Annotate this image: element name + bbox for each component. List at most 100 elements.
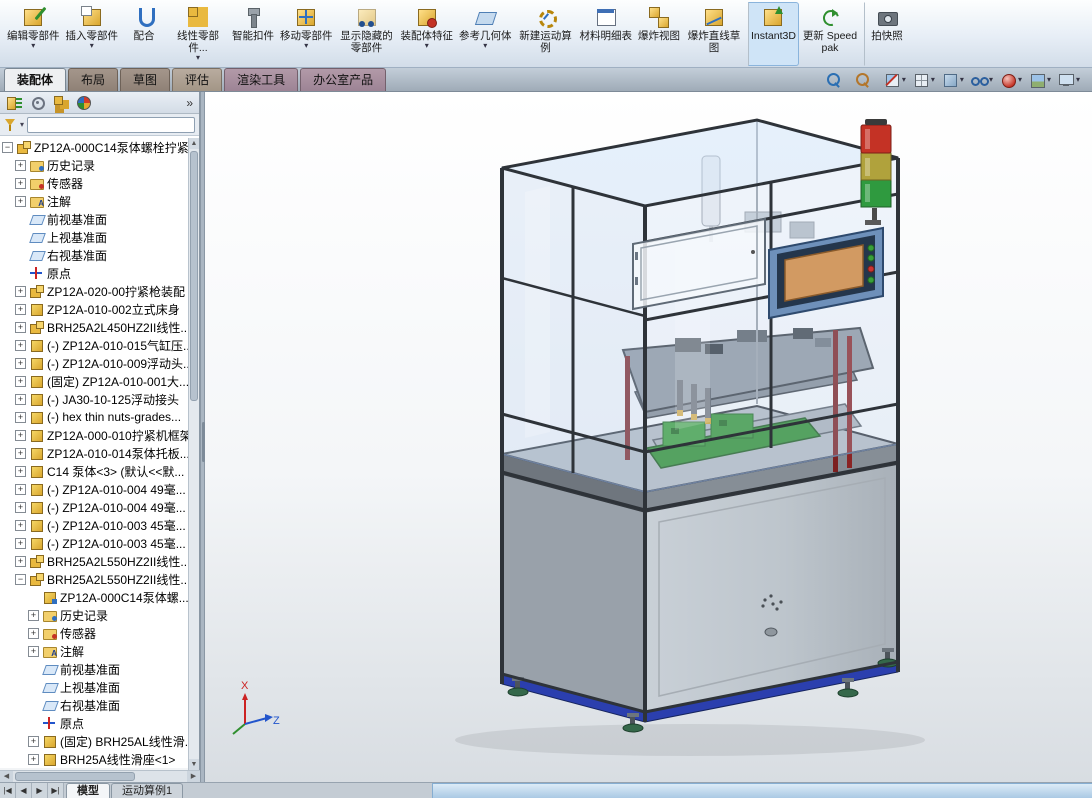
view-tool-button[interactable]: ▾ bbox=[825, 71, 848, 89]
toolbar-button[interactable]: 爆炸直线草图 ▾ bbox=[683, 2, 745, 66]
red-button[interactable] bbox=[868, 266, 874, 272]
expand-toggle[interactable]: + bbox=[28, 646, 39, 657]
study-nav-button[interactable]: ◀ bbox=[16, 783, 32, 798]
tree-item[interactable]: + 注解 bbox=[0, 192, 199, 210]
toolbar-button[interactable]: 爆炸视图 ▾ bbox=[635, 2, 683, 66]
scrollbar-thumb[interactable] bbox=[15, 772, 135, 781]
tree-item[interactable]: + ZP12A-010-014泵体托板... bbox=[0, 444, 199, 462]
tree-item[interactable]: + BRH25A2L450HZ2II线性... bbox=[0, 318, 199, 336]
toolbar-button[interactable]: 材料明细表 ▾ bbox=[577, 2, 636, 66]
feature-manager-icon[interactable] bbox=[6, 94, 23, 111]
expand-toggle[interactable]: + bbox=[28, 754, 39, 765]
expand-toggle[interactable]: + bbox=[15, 358, 26, 369]
dropdown-arrow-icon[interactable]: ▾ bbox=[960, 76, 964, 84]
tree-horizontal-scrollbar[interactable]: ◀ ▶ bbox=[0, 770, 200, 782]
tree-item[interactable]: + (-) ZP12A-010-004 49毫... bbox=[0, 480, 199, 498]
tree-item[interactable]: 右视基准面 bbox=[0, 246, 199, 264]
tree-item[interactable]: + (固定) BRH25AL线性滑... bbox=[0, 732, 199, 750]
expand-toggle[interactable]: − bbox=[2, 142, 13, 153]
dropdown-arrow-icon[interactable]: ▾ bbox=[1076, 76, 1080, 84]
expand-toggle[interactable]: + bbox=[15, 538, 26, 549]
expand-toggle[interactable]: + bbox=[28, 628, 39, 639]
ribbon-tab[interactable]: 布局 bbox=[68, 68, 118, 91]
tree-item[interactable]: + (-) ZP12A-010-004 49毫... bbox=[0, 498, 199, 516]
toolbar-button[interactable]: 更新 Speedpak ▾ bbox=[799, 2, 861, 66]
dropdown-arrow-icon[interactable]: ▾ bbox=[425, 42, 429, 50]
study-tab[interactable]: 模型 bbox=[66, 783, 110, 798]
view-tool-button[interactable]: ▾ bbox=[999, 71, 1022, 89]
tree-item[interactable]: + BRH25A线性滑座<1> bbox=[0, 750, 199, 768]
expand-toggle[interactable]: + bbox=[15, 340, 26, 351]
expand-toggle[interactable] bbox=[15, 250, 26, 261]
filter-dropdown-arrow-icon[interactable]: ▾ bbox=[20, 120, 24, 129]
scroll-down-icon[interactable]: ▼ bbox=[189, 759, 199, 770]
ribbon-tab[interactable]: 渲染工具 bbox=[224, 68, 298, 91]
tree-item[interactable]: + BRH25A2L550HZ2II线性... bbox=[0, 552, 199, 570]
tree-item[interactable]: + (-) ZP12A-010-009浮动头... bbox=[0, 354, 199, 372]
toolbar-button[interactable]: 插入零部件 ▾ bbox=[63, 2, 122, 66]
view-tool-button[interactable]: ▾ bbox=[941, 71, 964, 89]
tree-item[interactable]: + (-) JA30-10-125浮动接头 bbox=[0, 390, 199, 408]
tree-item[interactable]: + (-) ZP12A-010-003 45毫... bbox=[0, 516, 199, 534]
dropdown-arrow-icon[interactable]: ▾ bbox=[483, 42, 487, 50]
expand-toggle[interactable]: + bbox=[15, 196, 26, 207]
toolbar-button[interactable]: 线性零部件... ▾ bbox=[167, 2, 229, 66]
expand-toggle[interactable]: + bbox=[15, 178, 26, 189]
tree-item[interactable]: + (-) ZP12A-010-003 45毫... bbox=[0, 534, 199, 552]
study-tab[interactable]: 运动算例1 bbox=[111, 783, 183, 798]
toolbar-button[interactable]: 配合 ▾ bbox=[121, 2, 167, 66]
machine-model[interactable]: X Z bbox=[205, 92, 1092, 782]
configuration-manager-icon[interactable] bbox=[52, 94, 69, 111]
green-button[interactable] bbox=[868, 255, 874, 261]
expand-toggle[interactable] bbox=[15, 214, 26, 225]
green-button[interactable] bbox=[868, 245, 874, 251]
expand-toggle[interactable]: + bbox=[28, 610, 39, 621]
tree-item[interactable]: + (-) ZP12A-010-015气缸压... bbox=[0, 336, 199, 354]
tree-item[interactable]: 原点 bbox=[0, 714, 199, 732]
dropdown-arrow-icon[interactable]: ▾ bbox=[90, 42, 94, 50]
expand-toggle[interactable] bbox=[28, 718, 39, 729]
expand-toggle[interactable]: + bbox=[15, 502, 26, 513]
ribbon-tab[interactable]: 装配体 bbox=[4, 68, 66, 91]
view-tool-button[interactable]: ▾ bbox=[912, 71, 935, 89]
expand-toggle[interactable]: + bbox=[15, 286, 26, 297]
tree-item[interactable]: + 历史记录 bbox=[0, 606, 199, 624]
scrollbar-thumb[interactable] bbox=[190, 151, 198, 401]
expand-toggle[interactable]: + bbox=[15, 520, 26, 531]
property-manager-icon[interactable] bbox=[29, 94, 46, 111]
scroll-right-icon[interactable]: ▶ bbox=[187, 771, 200, 782]
model-viewport[interactable]: X Z bbox=[205, 92, 1092, 782]
scroll-left-icon[interactable]: ◀ bbox=[0, 771, 13, 782]
filter-funnel-icon[interactable] bbox=[4, 118, 17, 132]
toolbar-button[interactable]: 移动零部件 ▾ bbox=[277, 2, 336, 66]
expand-toggle[interactable]: + bbox=[15, 484, 26, 495]
expand-toggle[interactable]: + bbox=[15, 412, 26, 423]
tree-item[interactable]: + (固定) ZP12A-010-001大... bbox=[0, 372, 199, 390]
expand-toggle[interactable] bbox=[28, 664, 39, 675]
ribbon-tab[interactable]: 办公室产品 bbox=[300, 68, 386, 91]
expand-toggle[interactable]: + bbox=[15, 394, 26, 405]
tree-item[interactable]: + ZP12A-020-00拧紧枪装配 bbox=[0, 282, 199, 300]
tree-item[interactable]: + 传感器 bbox=[0, 174, 199, 192]
expand-toggle[interactable]: + bbox=[15, 556, 26, 567]
tree-item[interactable]: 前视基准面 bbox=[0, 660, 199, 678]
view-tool-button[interactable]: ▾ bbox=[1028, 71, 1051, 89]
green-button[interactable] bbox=[868, 277, 874, 283]
dropdown-arrow-icon[interactable]: ▾ bbox=[902, 76, 906, 84]
tree-item[interactable]: + (-) hex thin nuts-grades... bbox=[0, 408, 199, 426]
expand-toggle[interactable]: + bbox=[15, 322, 26, 333]
ribbon-tab[interactable]: 草图 bbox=[120, 68, 170, 91]
expand-toggle[interactable]: + bbox=[28, 736, 39, 747]
panel-overflow-chevron-icon[interactable]: » bbox=[186, 96, 193, 110]
dropdown-arrow-icon[interactable]: ▾ bbox=[31, 42, 35, 50]
toolbar-button[interactable]: 新建运动算例 ▾ bbox=[515, 2, 577, 66]
view-tool-button[interactable]: ▾ bbox=[854, 71, 877, 89]
tree-item[interactable]: + ZP12A-000-010拧紧机框架 bbox=[0, 426, 199, 444]
view-tool-button[interactable]: ▾ bbox=[883, 71, 906, 89]
expand-toggle[interactable] bbox=[28, 700, 39, 711]
expand-toggle[interactable] bbox=[15, 232, 26, 243]
expand-toggle[interactable] bbox=[28, 592, 39, 603]
toolbar-button[interactable]: 编辑零部件 ▾ bbox=[4, 2, 63, 66]
dropdown-arrow-icon[interactable]: ▾ bbox=[196, 54, 200, 62]
tree-vertical-scrollbar[interactable]: ▲ ▼ bbox=[188, 138, 199, 770]
